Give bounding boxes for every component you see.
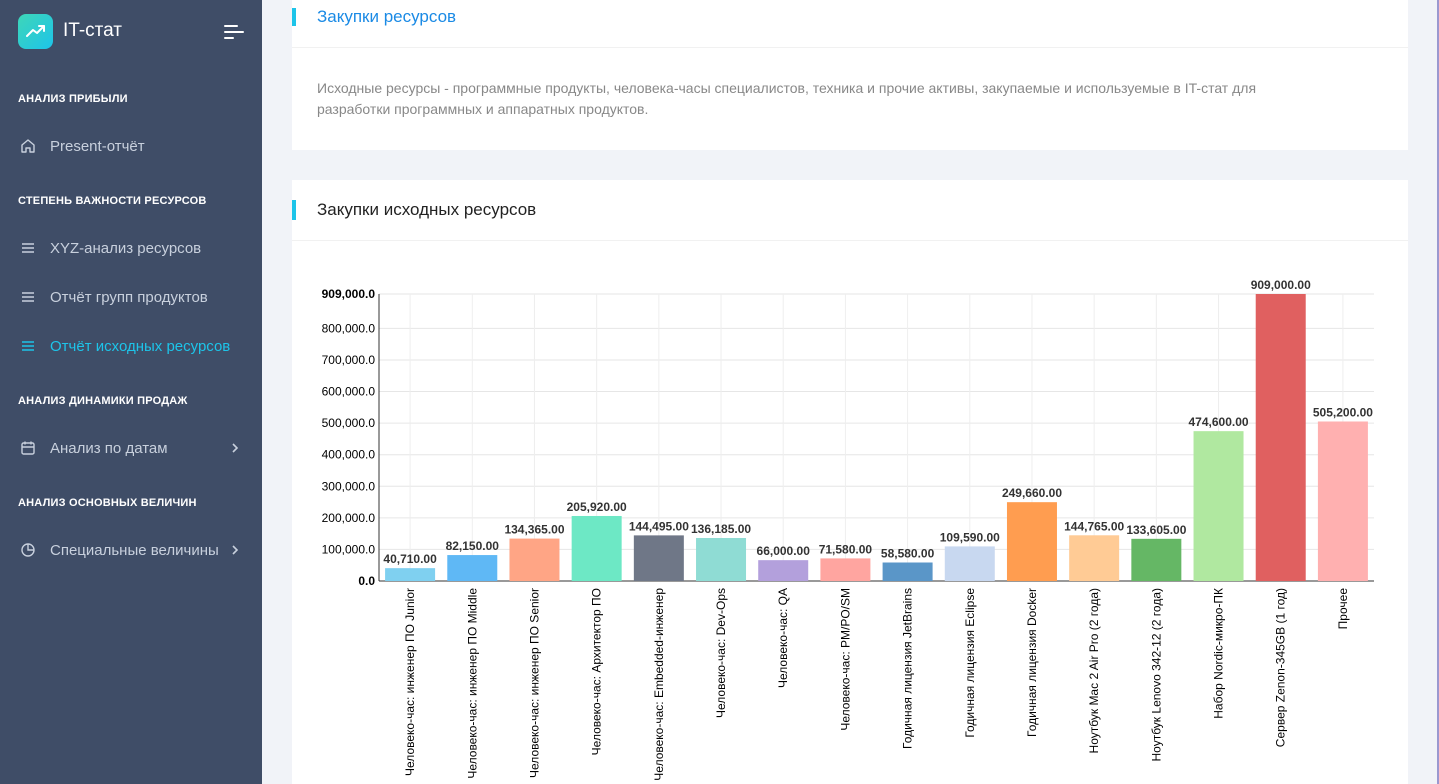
menu-icon — [22, 243, 34, 253]
y-tick-label: 500,000.0 — [322, 416, 376, 430]
y-tick-label: 200,000.0 — [322, 511, 376, 525]
sidebar-item-label: Отчёт групп продуктов — [50, 288, 208, 306]
sidebar-item-date-analysis[interactable]: Анализ по датам — [0, 428, 262, 468]
sidebar-item-label: Present-отчёт — [50, 137, 145, 155]
bar — [758, 560, 809, 581]
x-tick-label: Годичная лицензия Docker — [1025, 588, 1039, 737]
card-description: Исходные ресурсы - программные продукты,… — [317, 80, 1257, 117]
pie-chart-icon — [21, 543, 35, 557]
menu-toggle-icon[interactable] — [224, 24, 244, 40]
x-tick-label: Человеко-час: инженер ПО Middle — [465, 588, 479, 779]
menu-icon — [22, 341, 34, 351]
bar — [1069, 535, 1120, 581]
x-tick-label: Сервер Zenon-345GB (1 год) — [1274, 588, 1288, 747]
card-header: Закупки ресурсов — [292, 0, 1408, 48]
menu-icon — [22, 292, 34, 302]
x-tick-label: Годичная лицензия JetBrains — [901, 588, 915, 749]
x-tick-label: Набор Nordic-микро-ПК — [1212, 588, 1226, 719]
sidebar-item-source-resources[interactable]: Отчёт исходных ресурсов — [0, 326, 262, 366]
section-title-importance: СТЕПЕНЬ ВАЖНОСТИ РЕСУРСОВ — [18, 195, 207, 207]
app-name: IT-стат — [63, 20, 123, 41]
bar — [509, 538, 560, 581]
bar — [1131, 538, 1182, 581]
bar-value-label: 136,185.00 — [691, 522, 751, 536]
sidebar-item-special-values[interactable]: Специальные величины — [0, 530, 262, 570]
sidebar-item-label: Отчёт исходных ресурсов — [50, 337, 231, 355]
x-tick-label: Человеко-час: Embedded-инженер — [652, 588, 666, 781]
bar-value-label: 205,920.00 — [567, 500, 627, 514]
bar — [571, 515, 622, 581]
bar-value-label: 82,150.00 — [446, 539, 500, 553]
bar — [1193, 431, 1244, 581]
x-tick-label: Годичная лицензия Eclipse — [963, 588, 977, 738]
bar-value-label: 505,200.00 — [1313, 405, 1373, 419]
x-tick-label: Человеко-час: Dev-Ops — [714, 588, 728, 718]
home-icon — [21, 139, 35, 153]
y-tick-label: 300,000.0 — [322, 479, 376, 493]
accent-bar — [292, 8, 296, 26]
section-title-sales-dynamics: АНАЛИЗ ДИНАМИКИ ПРОДАЖ — [18, 395, 188, 407]
section-title-core-values: АНАЛИЗ ОСНОВНЫХ ВЕЛИЧИН — [18, 497, 197, 509]
y-tick-label: 0.0 — [358, 574, 375, 588]
x-tick-label: Прочее — [1336, 588, 1350, 630]
bar — [633, 535, 684, 581]
x-tick-label: Ноутбук Mac 2 Air Pro (2 года) — [1087, 588, 1101, 753]
calendar-icon — [21, 441, 35, 455]
x-tick-label: Человеко-час: инженер ПО Senior — [527, 588, 541, 778]
y-tick-label: 700,000.0 — [322, 353, 376, 367]
bar — [1255, 294, 1306, 581]
bar — [447, 555, 498, 581]
sidebar-item-label: Анализ по датам — [50, 439, 168, 457]
bar-value-label: 133,605.00 — [1126, 523, 1186, 537]
bar-value-label: 909,000.00 — [1251, 278, 1311, 292]
bar-value-label: 134,365.00 — [504, 523, 564, 537]
bar-value-label: 66,000.00 — [757, 544, 811, 558]
x-tick-label: Человеко-час: QA — [776, 588, 790, 688]
y-tick-label: 600,000.0 — [322, 385, 376, 399]
x-tick-label: Человеко-час: Архитектор ПО — [590, 588, 604, 755]
bar-value-label: 58,580.00 — [881, 547, 935, 561]
bar — [944, 546, 995, 581]
chevron-right-icon — [232, 443, 239, 453]
y-tick-label: 400,000.0 — [322, 448, 376, 462]
resources-chart-card: Закупки исходных ресурсов 0.0 100,000.0 20… — [292, 180, 1408, 784]
sidebar-item-present-report[interactable]: Present-отчёт — [0, 126, 262, 166]
sidebar-item-label: Специальные величины — [50, 541, 219, 559]
y-tick-label: 909,000.0 — [322, 287, 376, 301]
bar-chart: 0.0 100,000.0 200,000.0 300,000.0 400,000.0 5… — [322, 278, 1374, 781]
bar — [820, 558, 871, 581]
trend-up-icon — [18, 13, 53, 49]
bar — [1006, 502, 1057, 581]
y-tick-label: 800,000.0 — [322, 321, 376, 335]
bar — [385, 568, 436, 581]
resources-info-card: Закупки ресурсов Исходные ресурсы - прог… — [292, 0, 1408, 150]
x-tick-label: Ноутбук Lenovo 342-12 (2 года) — [1149, 588, 1163, 762]
x-tick-label: Человеко-час: инженер ПО Junior — [403, 588, 417, 776]
bar-value-label: 40,710.00 — [383, 552, 437, 566]
brand[interactable]: IT-стат — [18, 13, 122, 49]
sidebar-item-label: XYZ-анализ ресурсов — [50, 239, 202, 257]
bar-value-label: 109,590.00 — [940, 530, 1000, 544]
bar-value-label: 144,765.00 — [1064, 519, 1124, 533]
bar-value-label: 71,580.00 — [819, 542, 873, 556]
sidebar-item-product-groups[interactable]: Отчёт групп продуктов — [0, 277, 262, 317]
bar — [696, 538, 747, 581]
bar — [882, 562, 933, 581]
section-title-profit: АНАЛИЗ ПРИБЫЛИ — [18, 93, 128, 105]
sidebar-item-xyz-analysis[interactable]: XYZ-анализ ресурсов — [0, 228, 262, 268]
bar — [1317, 421, 1368, 581]
sidebar: IT-стат АНАЛИЗ ПРИБЫЛИ Present-отчёт СТЕ… — [0, 0, 262, 784]
bar-value-label: 474,600.00 — [1189, 415, 1249, 429]
x-tick-label: Человеко-час: PM/PO/SM — [838, 588, 852, 731]
bar-value-label: 144,495.00 — [629, 519, 689, 533]
card-title: Закупки ресурсов — [317, 7, 457, 26]
chevron-right-icon — [232, 545, 239, 555]
y-tick-label: 100,000.0 — [322, 542, 376, 556]
bar-value-label: 249,660.00 — [1002, 486, 1062, 500]
